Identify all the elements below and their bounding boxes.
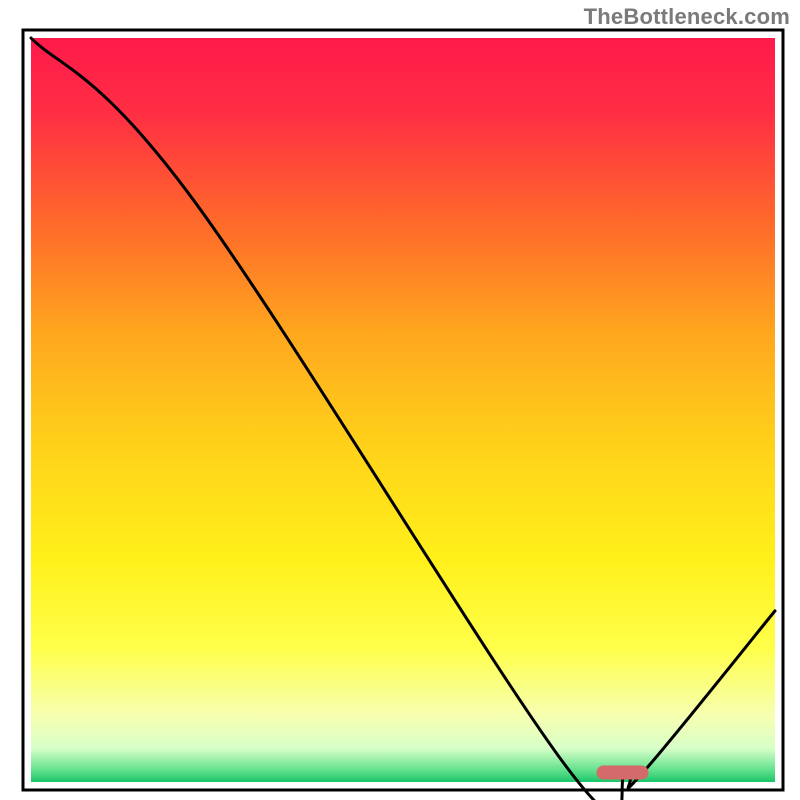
plot-area [23,30,783,800]
gradient-background [31,38,775,782]
bottleneck-chart: TheBottleneck.com [0,0,800,800]
watermark-text: TheBottleneck.com [584,4,790,30]
chart-svg [0,0,800,800]
optimal-marker [596,766,648,780]
